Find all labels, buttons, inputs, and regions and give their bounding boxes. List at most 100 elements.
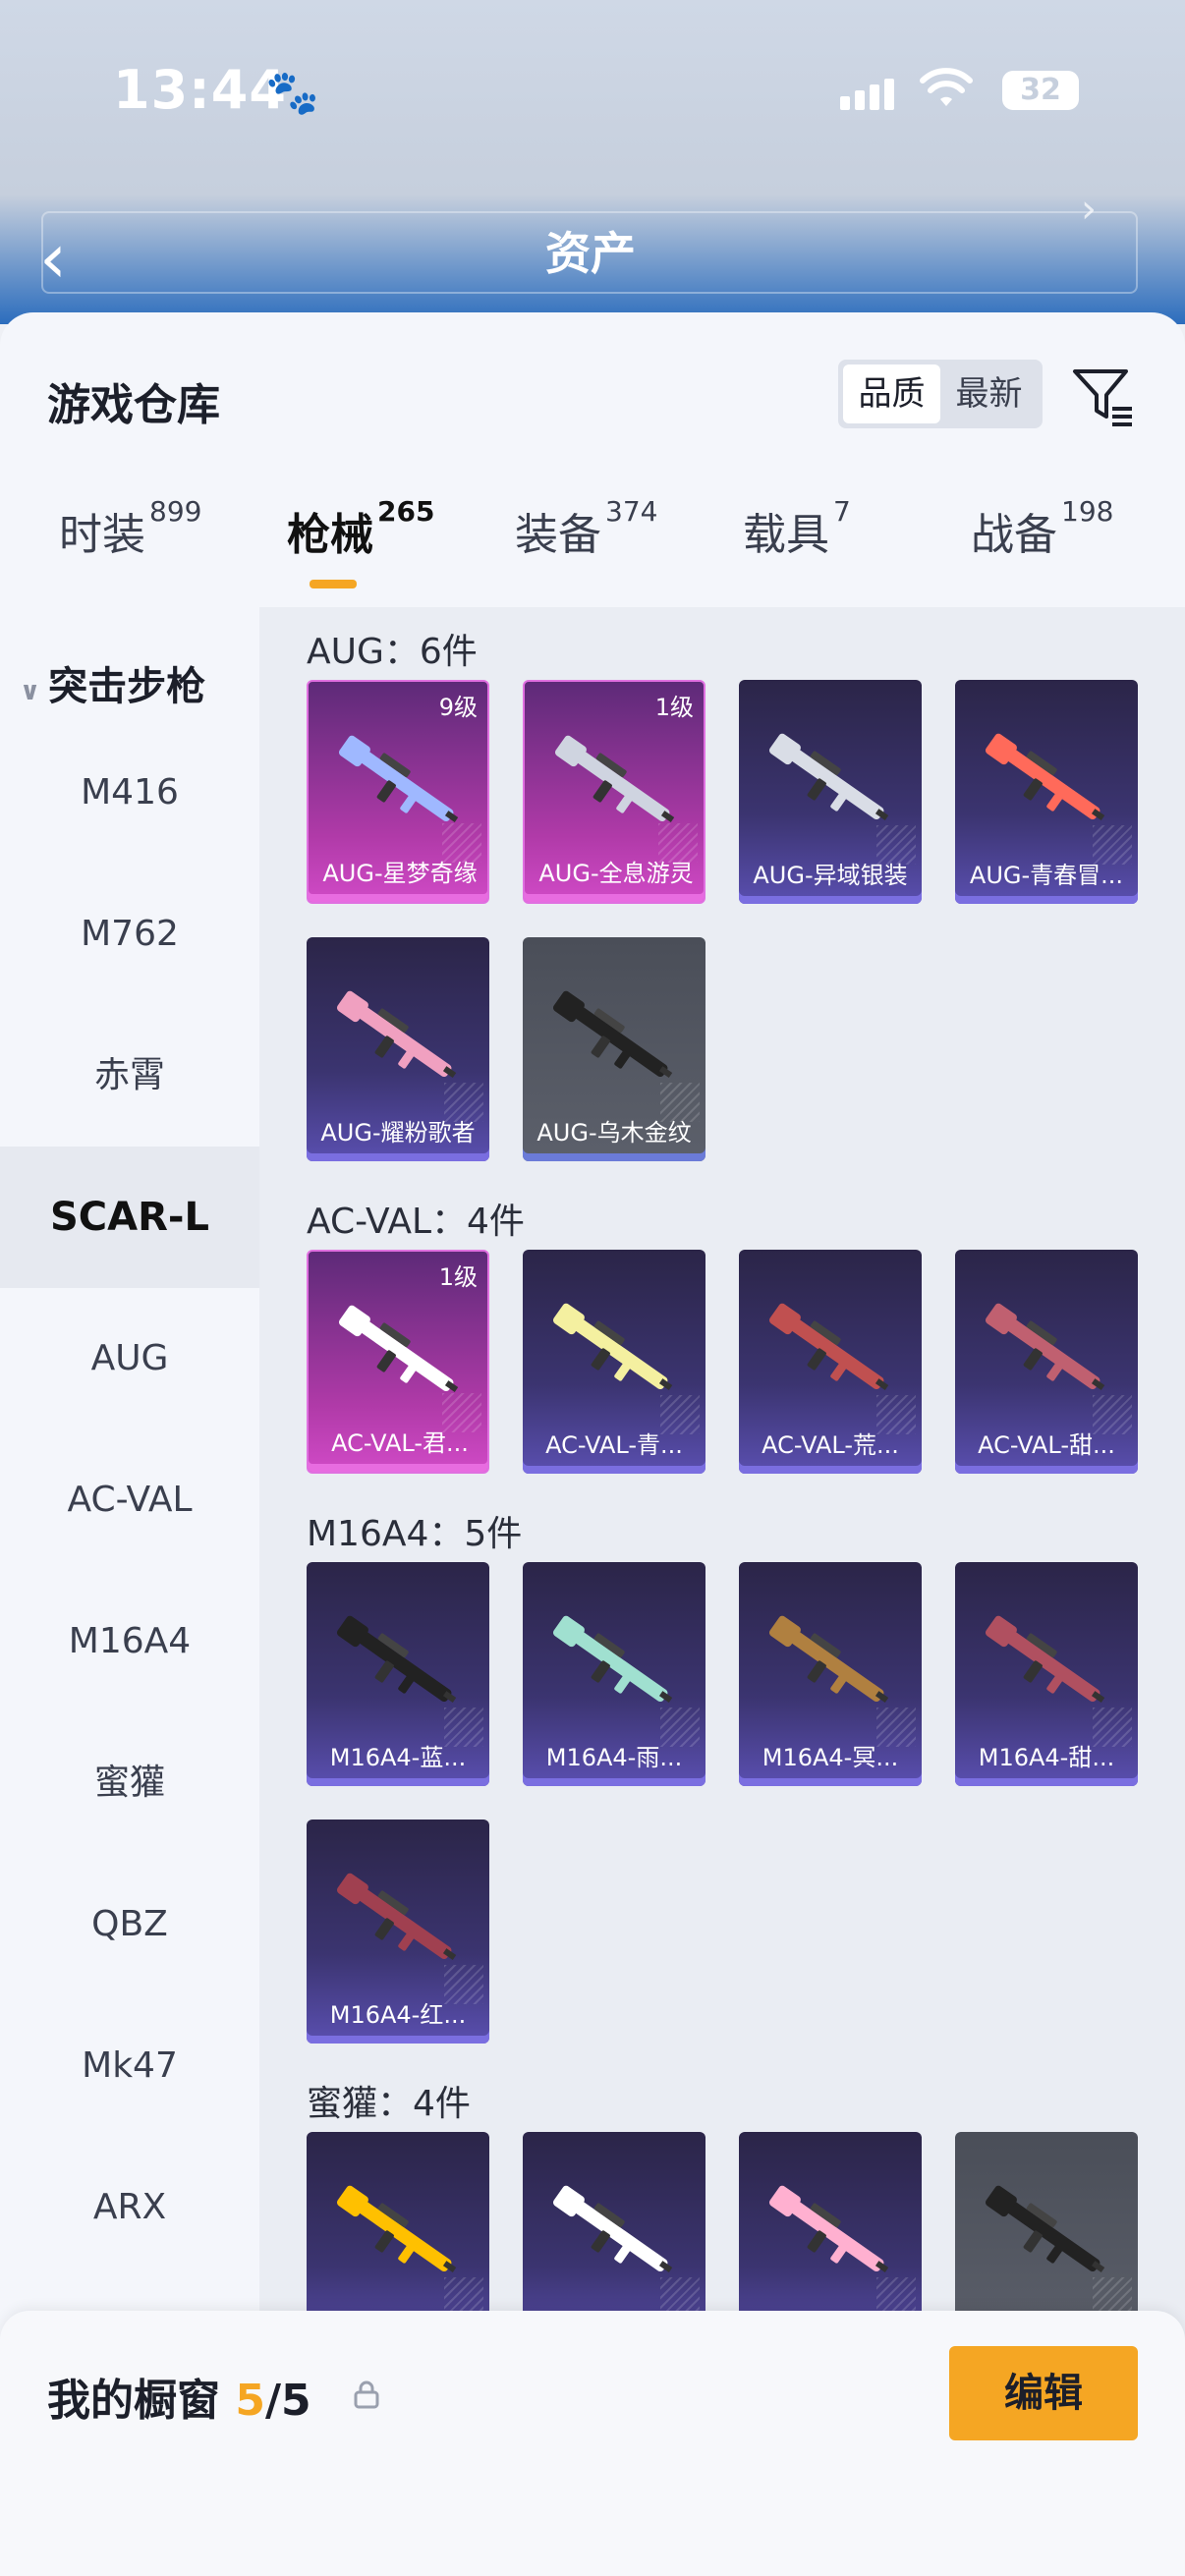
skin-name: AUG-青春冒... [969,862,1124,889]
sidebar-item-chixiao[interactable]: 赤霄 [0,1005,259,1147]
tab-equipment[interactable]: 装备 374 [515,495,657,562]
weapon-skin-card[interactable]: AUG-耀粉歌者 [307,937,489,1161]
group-title-m16a4: M16A4：5件 [307,1514,523,1554]
group-title-ac-val: AC-VAL：4件 [307,1202,525,1242]
status-bar: 13:44 🐾 32 [0,59,1185,128]
signal-icon [840,79,899,110]
rifle-icon [985,733,1105,820]
sidebar-item-qbz[interactable]: QBZ [0,1854,259,1995]
skin-name: AC-VAL-君... [331,1429,469,1457]
skin-level-badge: 1级 [654,694,694,721]
chevron-down-icon: ∨ [20,677,41,706]
sidebar-item-arx[interactable]: ARX [0,2137,259,2278]
skin-name: M16A4-冥... [762,1744,899,1771]
skin-name: AUG-耀粉歌者 [320,1119,476,1147]
tab-firearms[interactable]: 枪械 265 [287,495,434,562]
weapon-skin-card[interactable]: AUG-异域银装 [739,680,922,904]
sort-toggle: 品质 最新 [838,360,1043,428]
weapon-skin-card[interactable]: 9级 AUG-星梦奇缘 [307,680,489,904]
sort-quality-button[interactable]: 品质 [843,364,940,423]
rifle-icon [336,990,457,1078]
rifle-icon [338,735,459,822]
tab-vehicles[interactable]: 载具 7 [743,495,851,562]
lock-icon [354,2380,379,2409]
rifle-icon [768,2185,889,2272]
skin-name: M16A4-红... [329,2001,467,2029]
sidebar-item-mk47[interactable]: Mk47 [0,1995,259,2137]
skin-name: AUG-乌木金纹 [536,1119,692,1147]
sidebar-item-ac-val[interactable]: AC-VAL [0,1429,259,1571]
group-title-aug: AUG：6件 [307,632,478,672]
chevron-right-icon[interactable]: › [1081,187,1097,232]
skin-name: AUG-星梦奇缘 [322,860,478,887]
weapon-skin-card[interactable]: M16A4-蓝... [307,1562,489,1786]
rifle-icon [552,1303,673,1390]
page-title: 资产 [545,227,636,280]
active-tab-indicator [310,580,357,588]
weapon-skin-card[interactable]: AUG-乌木金纹 [523,937,705,1161]
showcase-label: 我的橱窗 5/5 [47,2376,311,2426]
category-header[interactable]: ∨ 突击步枪 [20,654,205,711]
weapon-sidebar: ∨ 突击步枪 M416 M762 赤霄 SCAR-L AUG AC-VAL M16… [0,607,259,2435]
rifle-icon [552,990,673,1078]
skin-name: AC-VAL-甜... [978,1431,1115,1459]
weapon-skin-card[interactable]: M16A4-冥... [739,1562,922,1786]
category-tabs: 时装 899 枪械 265 装备 374 载具 7 战备 198 [0,495,1185,597]
rifle-icon [554,735,675,822]
back-arrow-icon[interactable]: ‹ [39,218,67,299]
sidebar-item-honey-badger[interactable]: 蜜獾 [0,1712,259,1854]
skin-name: AC-VAL-荒... [762,1431,899,1459]
rifle-icon [985,1615,1105,1703]
sheet-title: 游戏仓库 [47,380,220,430]
rifle-icon [768,733,889,820]
weapon-skin-card[interactable]: AC-VAL-甜... [955,1250,1138,1474]
showcase-bar: 我的橱窗 5/5 编辑 [0,2311,1185,2576]
rifle-icon [985,1303,1105,1390]
sidebar-item-m416[interactable]: M416 [0,722,259,864]
rifle-icon [768,1615,889,1703]
rifle-icon [552,1615,673,1703]
rifle-icon [985,2185,1105,2272]
rifle-icon [552,2185,673,2272]
showcase-total: /5 [264,2376,311,2426]
tab-combat-gear[interactable]: 战备 198 [971,495,1113,562]
skin-name: AC-VAL-青... [545,1431,683,1459]
battery-indicator: 32 [1002,71,1079,110]
weapon-skin-card[interactable]: M16A4-红... [307,1820,489,2044]
weapon-skin-card[interactable]: M16A4-甜... [955,1562,1138,1786]
rifle-icon [336,2185,457,2272]
skin-name: AUG-全息游灵 [538,860,694,887]
edit-button[interactable]: 编辑 [949,2346,1138,2440]
weapon-skin-card[interactable]: AC-VAL-荒... [739,1250,922,1474]
sidebar-item-m16a4[interactable]: M16A4 [0,1571,259,1712]
group-title-honey-badger: 蜜獾：4件 [307,2084,471,2124]
rifle-icon [768,1303,889,1390]
sidebar-item-scar-l[interactable]: SCAR-L [0,1147,259,1288]
header-background: 13:44 🐾 32 ‹ 资产 › [0,0,1185,324]
skin-name: M16A4-雨... [545,1744,683,1771]
game-warehouse-sheet: 游戏仓库 品质 最新 时装 899 枪械 265 装备 374 载具 7 战备 198 ∨… [0,312,1185,2576]
weapon-skin-card[interactable]: 1级 AC-VAL-君... [307,1250,489,1474]
sort-newest-button[interactable]: 最新 [940,364,1038,423]
status-time: 13:44 [113,59,287,121]
skin-name: M16A4-蓝... [329,1744,467,1771]
weapon-skin-grid: AUG：6件 AC-VAL：4件 M16A4：5件 蜜獾：4件 9级 AUG-星梦… [259,607,1185,2435]
sidebar-item-m762[interactable]: M762 [0,864,259,1005]
rifle-icon [336,1615,457,1703]
tab-fashion[interactable]: 时装 899 [59,495,201,562]
weapon-skin-card[interactable]: M16A4-雨... [523,1562,705,1786]
rifle-icon [338,1305,459,1392]
weapon-skin-card[interactable]: AC-VAL-青... [523,1250,705,1474]
skin-name: AUG-异域银装 [753,862,908,889]
showcase-count: 5 [235,2376,265,2426]
weapon-skin-card[interactable]: AUG-青春冒... [955,680,1138,904]
weapon-skin-card[interactable]: 1级 AUG-全息游灵 [523,680,705,904]
wifi-icon [919,67,974,121]
rifle-icon [336,1873,457,1960]
paw-icon: 🐾 [265,68,319,118]
filter-icon[interactable] [1069,362,1138,430]
sidebar-item-aug[interactable]: AUG [0,1288,259,1429]
skin-level-badge: 1级 [438,1263,478,1291]
skin-level-badge: 9级 [438,694,478,721]
skin-name: M16A4-甜... [978,1744,1115,1771]
